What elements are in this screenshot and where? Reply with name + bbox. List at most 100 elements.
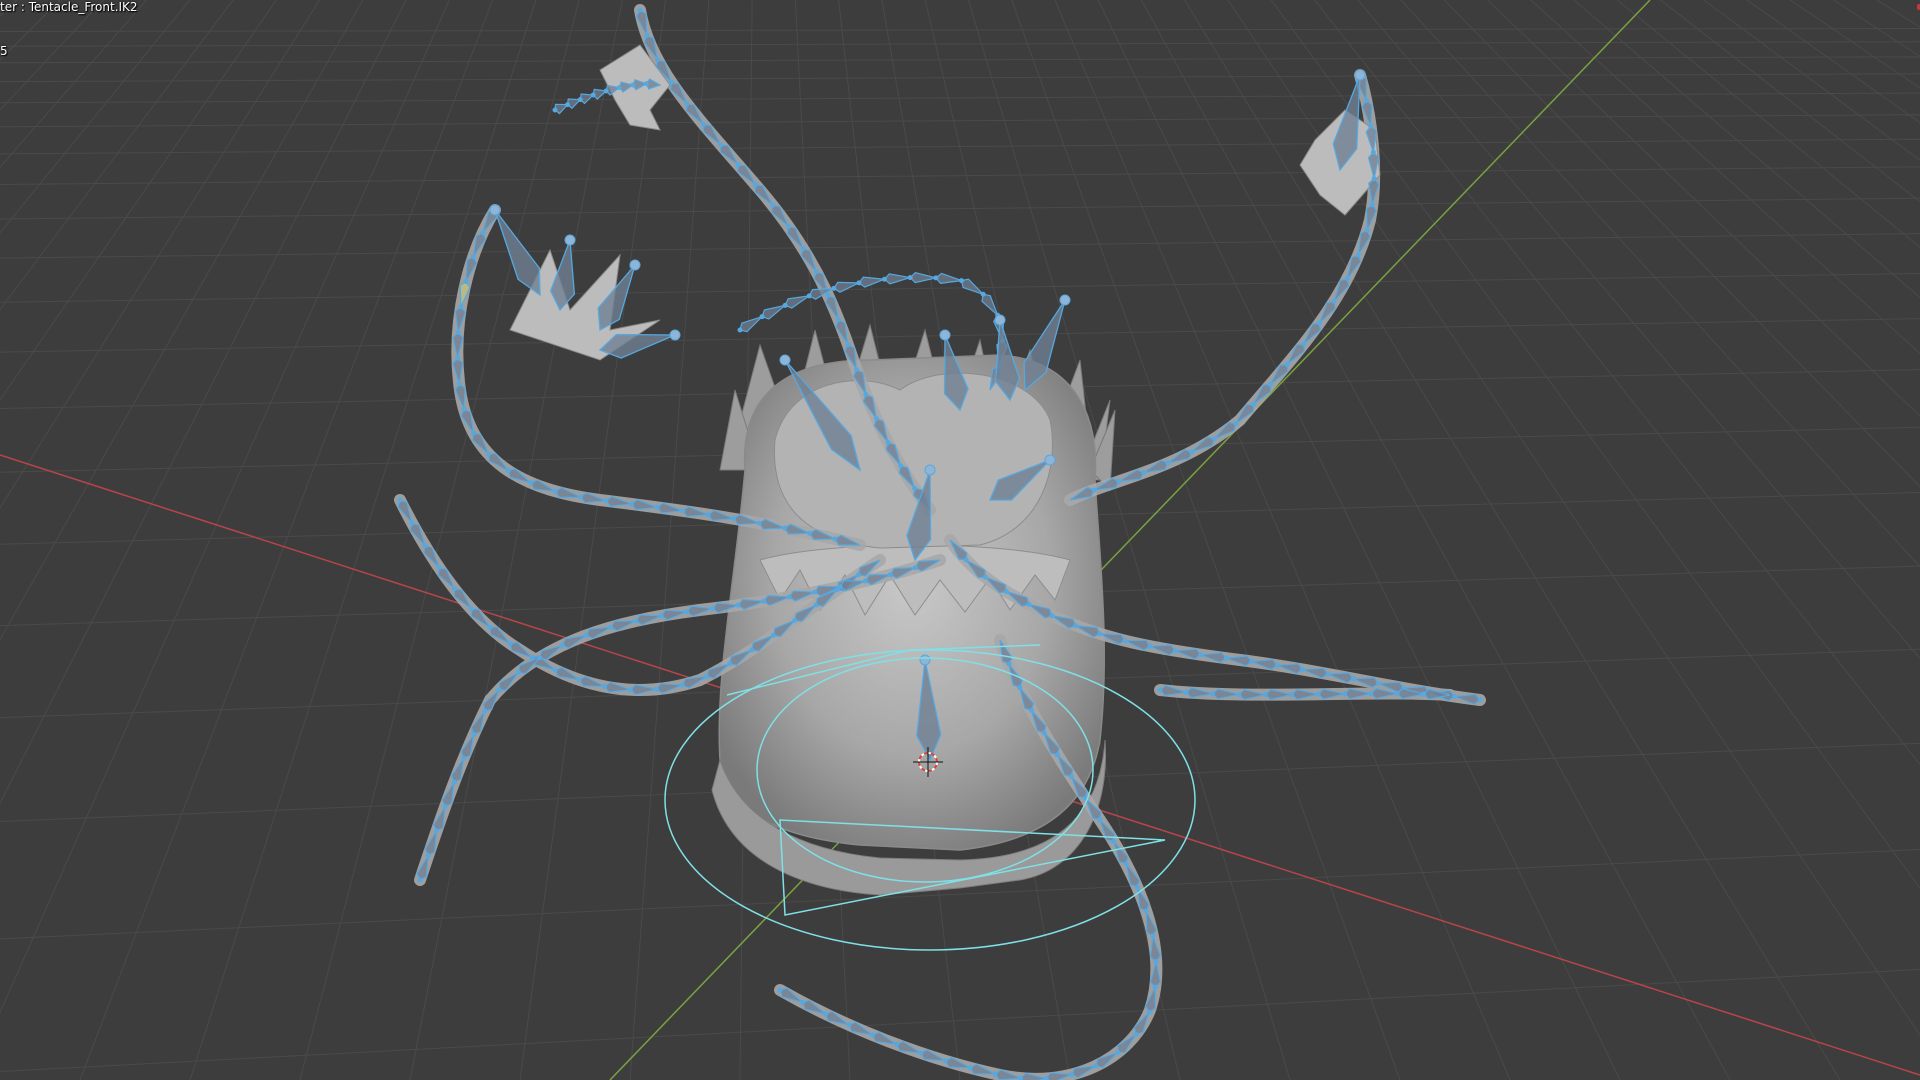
viewport-scene[interactable] <box>0 0 1920 1080</box>
bone-joint[interactable] <box>643 81 649 87</box>
bone-joint[interactable] <box>1284 361 1290 367</box>
bone-joint[interactable] <box>1068 774 1074 780</box>
bone-head[interactable] <box>994 314 1006 326</box>
bone-head[interactable] <box>629 259 641 271</box>
bone-joint[interactable] <box>1111 838 1117 844</box>
bone-joint[interactable] <box>705 512 711 518</box>
bone-joint[interactable] <box>1368 691 1374 697</box>
bone-joint[interactable] <box>577 494 583 500</box>
bone-joint[interactable] <box>1274 662 1280 668</box>
bone-joint[interactable] <box>528 480 534 486</box>
bone-joint[interactable] <box>792 617 798 623</box>
bone[interactable] <box>960 278 984 295</box>
bone-joint[interactable] <box>1368 123 1374 129</box>
bone-joint[interactable] <box>552 667 558 673</box>
bone-joint[interactable] <box>654 504 660 510</box>
bone-joint[interactable] <box>963 557 969 563</box>
bone-joint[interactable] <box>1091 487 1097 493</box>
bone-joint[interactable] <box>710 606 716 612</box>
bone-joint[interactable] <box>1236 691 1242 697</box>
bone-joint[interactable] <box>1122 638 1128 644</box>
bone-joint[interactable] <box>759 314 765 320</box>
bone-joint[interactable] <box>832 536 838 542</box>
bone-joint[interactable] <box>616 85 622 91</box>
bone-joint[interactable] <box>559 642 565 648</box>
bone-joint[interactable] <box>1301 341 1307 347</box>
bone-joint[interactable] <box>1152 984 1158 990</box>
bone-joint[interactable] <box>912 485 918 491</box>
bone-joint[interactable] <box>590 92 596 98</box>
bone-joint[interactable] <box>608 624 614 630</box>
bone-joint[interactable] <box>644 33 650 39</box>
bone-joint[interactable] <box>442 804 448 810</box>
bone-joint[interactable] <box>933 275 939 281</box>
bone-joint[interactable] <box>668 79 674 85</box>
bone-joint[interactable] <box>731 516 737 522</box>
bone-joint[interactable] <box>1134 884 1140 890</box>
bone-joint[interactable] <box>1143 908 1149 914</box>
bone-joint[interactable] <box>452 586 458 592</box>
bone-joint[interactable] <box>1452 693 1458 699</box>
bone-joint[interactable] <box>873 416 879 422</box>
bone-joint[interactable] <box>1189 449 1195 455</box>
bone-joint[interactable] <box>1097 631 1103 637</box>
bone-head[interactable] <box>1044 454 1056 466</box>
bone-joint[interactable] <box>856 280 862 286</box>
bone-joint[interactable] <box>1315 691 1321 697</box>
bone-joint[interactable] <box>749 647 755 653</box>
bone-head[interactable] <box>779 354 791 366</box>
bone-joint[interactable] <box>471 430 477 436</box>
bone-joint[interactable] <box>813 602 819 608</box>
bone-joint[interactable] <box>1375 680 1381 686</box>
bone-joint[interactable] <box>958 278 964 284</box>
bone-joint[interactable] <box>1093 1063 1099 1069</box>
bone[interactable] <box>761 304 786 320</box>
bone-joint[interactable] <box>1289 692 1295 698</box>
bone-joint[interactable] <box>1300 667 1306 673</box>
bone-joint[interactable] <box>1006 661 1012 667</box>
bone-joint[interactable] <box>1123 861 1129 867</box>
bone-joint[interactable] <box>684 101 690 107</box>
bone-joint[interactable] <box>603 88 609 94</box>
bone-joint[interactable] <box>862 578 868 584</box>
bone-joint[interactable] <box>471 731 477 737</box>
bone-joint[interactable] <box>825 292 831 298</box>
bone-joint[interactable] <box>454 355 460 361</box>
bone-joint[interactable] <box>409 520 415 526</box>
bone-joint[interactable] <box>458 304 464 310</box>
bone-joint[interactable] <box>629 501 635 507</box>
bone-joint[interactable] <box>1150 933 1156 939</box>
bone-joint[interactable] <box>1004 589 1010 595</box>
bone-joint[interactable] <box>552 107 558 113</box>
bone[interactable] <box>784 295 810 309</box>
bone-joint[interactable] <box>942 1058 948 1064</box>
bone-joint[interactable] <box>1146 1009 1152 1015</box>
bone-joint[interactable] <box>845 341 851 347</box>
bone-head[interactable] <box>939 329 951 341</box>
bone-joint[interactable] <box>1371 175 1377 181</box>
bone-joint[interactable] <box>1165 460 1171 466</box>
bone-joint[interactable] <box>800 246 806 252</box>
bone-joint[interactable] <box>727 661 733 667</box>
bone-joint[interactable] <box>627 687 633 693</box>
bone-joint[interactable] <box>704 674 710 680</box>
bone-joint[interactable] <box>1028 707 1034 713</box>
bone-joint[interactable] <box>1141 470 1147 476</box>
bone-joint[interactable] <box>992 1071 998 1077</box>
bone-joint[interactable] <box>855 572 861 578</box>
bone-joint[interactable] <box>480 230 486 236</box>
bone-joint[interactable] <box>898 463 904 469</box>
bone[interactable] <box>909 271 937 284</box>
bone-head[interactable] <box>489 204 501 216</box>
bone-head[interactable] <box>1354 69 1366 81</box>
bone-joint[interactable] <box>846 1022 852 1028</box>
bone-joint[interactable] <box>537 655 543 661</box>
bone-joint[interactable] <box>505 468 511 474</box>
bone-joint[interactable] <box>1355 252 1361 258</box>
bone-joint[interactable] <box>837 584 843 590</box>
bone-joint[interactable] <box>912 565 918 571</box>
bone-joint[interactable] <box>1223 655 1229 661</box>
bone-joint[interactable] <box>552 488 558 494</box>
bone-joint[interactable] <box>1370 149 1376 155</box>
bone-joint[interactable] <box>735 162 741 168</box>
